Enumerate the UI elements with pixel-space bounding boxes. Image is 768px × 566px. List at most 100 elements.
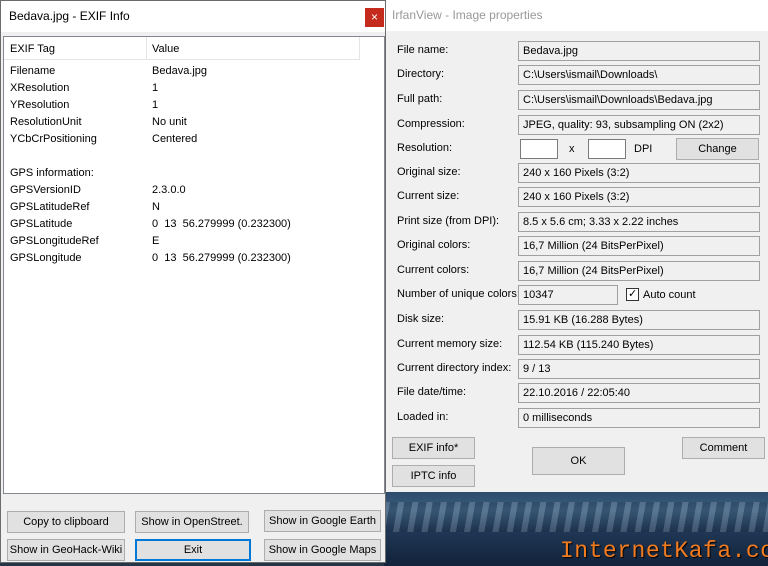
list-item[interactable]: GPSVersionID 2.3.0.0 <box>4 182 360 199</box>
field-label: File name: <box>397 44 449 56</box>
field-label: Original colors: <box>397 239 471 251</box>
list-item[interactable]: YResolution 1 <box>4 97 360 114</box>
field-label: Number of unique colors: <box>397 288 520 300</box>
field-resolution: Resolution: x DPI Change <box>385 138 768 160</box>
field-memory-size: Current memory size: 112.54 KB (115.240 … <box>385 335 768 355</box>
properties-title-bar: IrfanView - Image properties <box>384 0 768 31</box>
field-disk-size: Disk size: 15.91 KB (16.288 Bytes) <box>385 310 768 330</box>
list-header: EXIF Tag Value <box>4 37 360 60</box>
field-unique-colors: Number of unique colors: 10347 Auto coun… <box>385 285 768 305</box>
exif-tag: XResolution <box>10 82 70 94</box>
field-value[interactable]: 240 x 160 Pixels (3:2) <box>518 187 760 207</box>
ok-button[interactable]: OK <box>532 447 625 475</box>
column-divider[interactable] <box>146 37 147 60</box>
exif-value: 1 <box>152 99 159 111</box>
copy-to-clipboard-button[interactable]: Copy to clipboard <box>7 511 125 533</box>
show-in-google-maps-button[interactable]: Show in Google Maps <box>264 539 381 561</box>
field-label: Current size: <box>397 190 460 202</box>
resolution-x-separator: x <box>569 143 575 155</box>
comment-button[interactable]: Comment <box>682 437 765 459</box>
column-header-tag[interactable]: EXIF Tag <box>10 43 55 55</box>
field-value[interactable]: 16,7 Million (24 BitsPerPixel) <box>518 236 760 256</box>
exif-tag: GPSLongitudeRef <box>10 235 99 247</box>
field-label: Disk size: <box>397 313 445 325</box>
list-item[interactable]: GPSLatitude 0 13 56.279999 (0.232300) <box>4 216 360 233</box>
field-label: Directory: <box>397 68 445 80</box>
list-item[interactable]: GPSLatitudeRef N <box>4 199 360 216</box>
auto-count-checkbox[interactable] <box>626 287 639 301</box>
exif-value: 2.3.0.0 <box>152 184 186 196</box>
field-label: Resolution: <box>397 142 453 154</box>
list-item[interactable]: GPS information: <box>4 165 360 182</box>
show-in-google-earth-button[interactable]: Show in Google Earth <box>264 510 381 532</box>
exif-tag: Filename <box>10 65 56 77</box>
show-in-openstreet-button[interactable]: Show in OpenStreet. <box>135 511 249 533</box>
field-value[interactable]: C:\Users\ismail\Downloads\ <box>518 65 760 85</box>
field-original-size: Original size: 240 x 160 Pixels (3:2) <box>385 163 768 183</box>
list-item[interactable]: YCbCrPositioning Centered <box>4 131 360 148</box>
field-label: Current directory index: <box>397 362 512 374</box>
resolution-y-input[interactable] <box>588 139 626 159</box>
field-directory: Directory: C:\Users\ismail\Downloads\ <box>385 65 768 85</box>
exif-info-window: Bedava.jpg - EXIF Info × EXIF Tag Value … <box>0 0 386 563</box>
field-print-size: Print size (from DPI): 8.5 x 5.6 cm; 3.3… <box>385 212 768 232</box>
exif-tag: YResolution <box>10 99 70 111</box>
exif-value: No unit <box>152 116 187 128</box>
field-value[interactable]: 22.10.2016 / 22:05:40 <box>518 383 760 403</box>
field-value[interactable]: 15.91 KB (16.288 Bytes) <box>518 310 760 330</box>
field-value[interactable]: 112.54 KB (115.240 Bytes) <box>518 335 760 355</box>
field-value[interactable]: 8.5 x 5.6 cm; 3.33 x 2.22 inches <box>518 212 760 232</box>
list-item[interactable]: Filename Bedava.jpg <box>4 63 360 80</box>
exif-list[interactable]: EXIF Tag Value Filename Bedava.jpg XResolu… <box>3 36 385 494</box>
exif-value: 0 13 56.279999 (0.232300) <box>152 252 291 264</box>
exif-value: E <box>152 235 160 247</box>
field-value[interactable]: C:\Users\ismail\Downloads\Bedava.jpg <box>518 90 760 110</box>
field-label: Compression: <box>397 118 465 130</box>
exif-value: Centered <box>152 133 198 145</box>
image-properties-window: IrfanView - Image properties File name: … <box>384 0 768 566</box>
field-value[interactable]: 240 x 160 Pixels (3:2) <box>518 163 760 183</box>
field-value[interactable]: Bedava.jpg <box>518 41 760 61</box>
field-label: Full path: <box>397 93 443 105</box>
change-resolution-button[interactable]: Change <box>676 138 759 160</box>
exif-tag: GPSLongitude <box>10 252 82 264</box>
list-item[interactable]: GPSLongitudeRef E <box>4 233 360 250</box>
show-in-geohack-button[interactable]: Show in GeoHack-Wiki <box>7 539 125 561</box>
resolution-x-input[interactable] <box>520 139 558 159</box>
list-item[interactable]: XResolution 1 <box>4 80 360 97</box>
exif-value: Bedava.jpg <box>152 65 208 77</box>
exif-tag: GPSLatitude <box>10 218 73 230</box>
field-label: Original size: <box>397 166 461 178</box>
exif-info-button[interactable]: EXIF info* <box>392 437 475 459</box>
column-divider[interactable] <box>359 37 360 60</box>
exif-value: 1 <box>152 82 159 94</box>
field-value[interactable]: 9 / 13 <box>518 359 760 379</box>
list-item[interactable] <box>4 148 360 165</box>
iptc-info-button[interactable]: IPTC info <box>392 465 475 487</box>
field-value[interactable]: 0 milliseconds <box>518 408 760 428</box>
column-header-value[interactable]: Value <box>152 43 179 55</box>
exit-button[interactable]: Exit <box>135 539 251 561</box>
exif-tag: GPSVersionID <box>10 184 81 196</box>
field-label: Current memory size: <box>397 338 503 350</box>
auto-count-label[interactable]: Auto count <box>643 289 696 301</box>
field-value[interactable]: JPEG, quality: 93, subsampling ON (2x2) <box>518 115 760 135</box>
list-item[interactable]: ResolutionUnit No unit <box>4 114 360 131</box>
list-item[interactable]: GPSLongitude 0 13 56.279999 (0.232300) <box>4 250 360 267</box>
close-icon[interactable]: × <box>365 8 384 27</box>
exif-tag: GPS information: <box>10 167 94 179</box>
unique-colors-value[interactable]: 10347 <box>518 285 618 305</box>
properties-title: IrfanView - Image properties <box>392 8 543 22</box>
field-label: Current colors: <box>397 264 470 276</box>
exif-tag: YCbCrPositioning <box>10 133 97 145</box>
field-full-path: Full path: C:\Users\ismail\Downloads\Bed… <box>385 90 768 110</box>
field-current-size: Current size: 240 x 160 Pixels (3:2) <box>385 187 768 207</box>
field-label: Print size (from DPI): <box>397 215 500 227</box>
field-loaded-in: Loaded in: 0 milliseconds <box>385 408 768 428</box>
exif-title-bar[interactable]: Bedava.jpg - EXIF Info × <box>1 1 385 32</box>
exif-value: N <box>152 201 160 213</box>
resolution-unit: DPI <box>634 143 653 155</box>
field-value[interactable]: 16,7 Million (24 BitsPerPixel) <box>518 261 760 281</box>
field-file-name: File name: Bedava.jpg <box>385 41 768 61</box>
properties-body: File name: Bedava.jpg Directory: C:\User… <box>384 31 768 492</box>
